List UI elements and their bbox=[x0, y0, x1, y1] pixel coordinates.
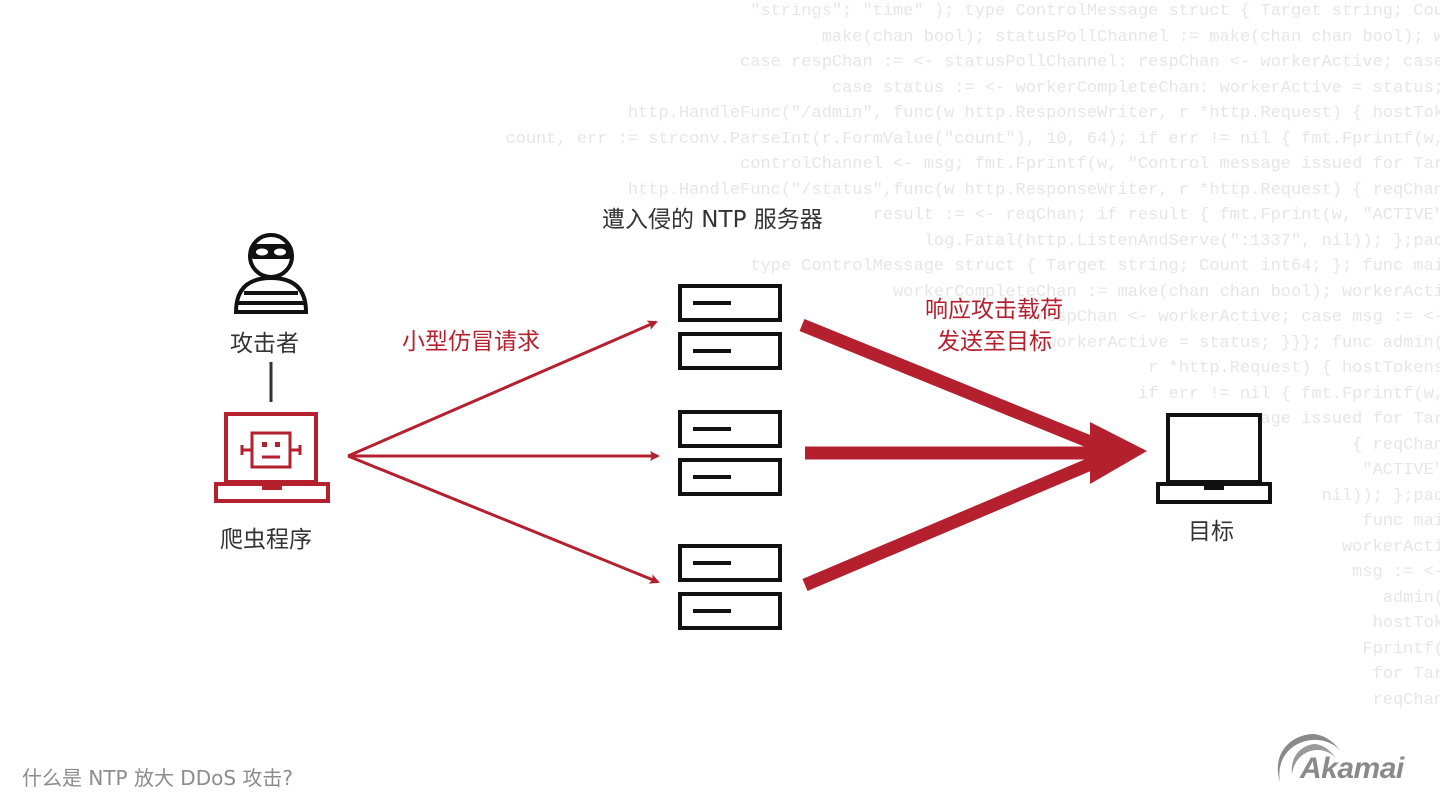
server-icon bbox=[678, 544, 782, 630]
requests-label: 小型仿冒请求 bbox=[402, 329, 540, 355]
response-arrow-bottom bbox=[802, 454, 1103, 591]
response-arrowhead bbox=[1090, 422, 1147, 484]
laptop-icon bbox=[1156, 413, 1272, 504]
responses-label-line1: 响应攻击载荷 bbox=[925, 297, 1063, 323]
target-label: 目标 bbox=[1188, 519, 1234, 545]
ntp-amplification-diagram bbox=[214, 233, 1272, 630]
server-icon bbox=[678, 410, 782, 496]
servers-label: 遭入侵的 NTP 服务器 bbox=[602, 207, 823, 233]
robot-laptop-icon bbox=[214, 412, 330, 503]
page-title: 什么是 NTP 放大 DDoS 攻击? bbox=[22, 766, 294, 790]
server-icon bbox=[678, 284, 782, 370]
masked-person-icon bbox=[233, 233, 309, 314]
responses-label-line2: 发送至目标 bbox=[937, 329, 1052, 355]
brand-name: Akamai bbox=[1300, 752, 1404, 785]
bot-label: 爬虫程序 bbox=[220, 527, 312, 553]
attacker-label: 攻击者 bbox=[230, 331, 299, 357]
request-arrow-bottom bbox=[347, 454, 660, 584]
